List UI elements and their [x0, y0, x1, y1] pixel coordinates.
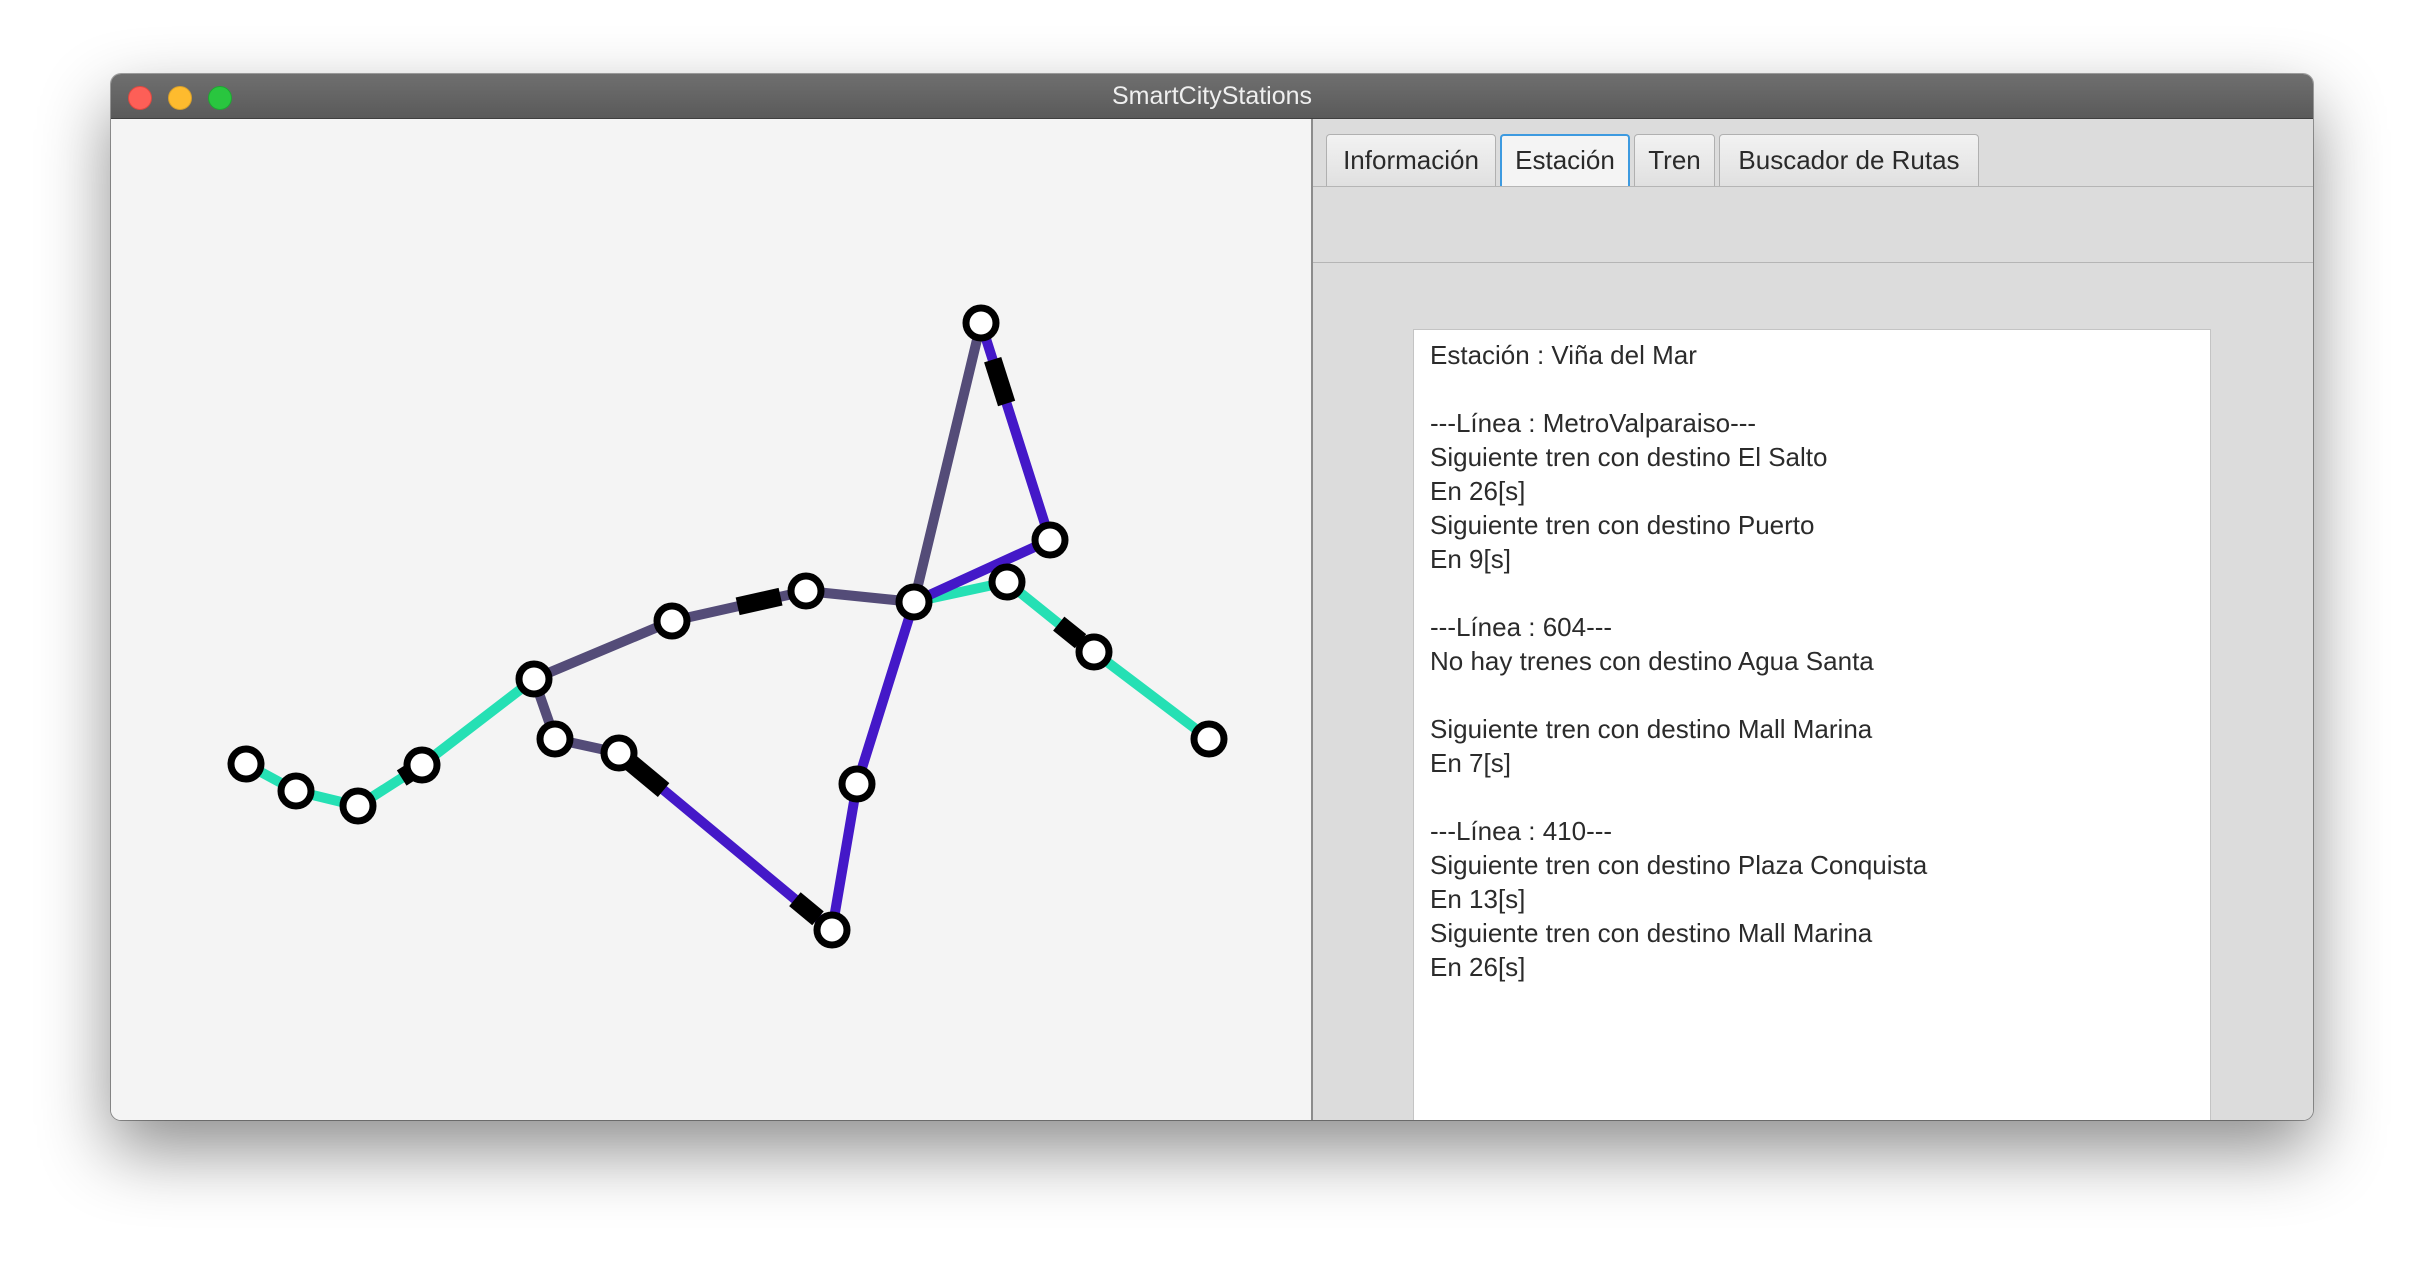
- track-segment: [529, 586, 919, 684]
- title-bar[interactable]: SmartCityStations: [111, 74, 2313, 119]
- station-info-line: ---Línea : MetroValparaiso---: [1430, 408, 1757, 438]
- station-info-line: Siguiente tren con destino El Salto: [1430, 442, 1828, 472]
- station-info-line: En 26[s]: [1430, 476, 1526, 506]
- station-node[interactable]: [536, 720, 574, 758]
- station-info-line: Siguiente tren con destino Mall Marina: [1430, 714, 1873, 744]
- tab-estacion[interactable]: Estación: [1500, 134, 1630, 186]
- window-title: SmartCityStations: [1111, 82, 1313, 110]
- station-node[interactable]: [653, 602, 691, 640]
- station-node[interactable]: [838, 765, 876, 803]
- station-node[interactable]: [988, 563, 1026, 601]
- track-segment: [909, 318, 986, 607]
- train-marker: [735, 587, 783, 616]
- station-node[interactable]: [1190, 720, 1228, 758]
- station-info-line: En 9[s]: [1430, 544, 1511, 574]
- station-node[interactable]: [403, 746, 441, 784]
- network-map-canvas[interactable]: [111, 119, 1311, 1120]
- tab-strip-line: [1313, 186, 2313, 187]
- station-info-line: En 26[s]: [1430, 952, 1526, 982]
- station-node[interactable]: [277, 772, 315, 810]
- train-marker: [624, 755, 670, 797]
- station-info-line: No hay trenes con destino Agua Santa: [1430, 646, 1874, 676]
- tab-informacion[interactable]: Información: [1326, 134, 1496, 186]
- station-node[interactable]: [787, 572, 825, 610]
- station-info-line: Estación : Viña del Mar: [1430, 340, 1697, 370]
- network-map[interactable]: [111, 119, 1311, 1120]
- station-node[interactable]: [515, 660, 553, 698]
- station-info-line: Siguiente tren con destino Plaza Conquis…: [1430, 850, 1928, 880]
- tab-buscador-de-rutas[interactable]: Buscador de Rutas: [1719, 134, 1979, 186]
- station-node[interactable]: [227, 745, 265, 783]
- train-marker: [984, 356, 1016, 407]
- station-node[interactable]: [339, 787, 377, 825]
- station-info-line: [1430, 576, 2194, 610]
- station-node[interactable]: [600, 734, 638, 772]
- station-info-line: Siguiente tren con destino Mall Marina: [1430, 918, 1873, 948]
- station-info-line: ---Línea : 604---: [1430, 612, 1613, 642]
- station-info-line: [1430, 678, 2194, 712]
- station-info-line: Siguiente tren con destino Puerto: [1430, 510, 1815, 540]
- details-pane: Información Estación Tren Buscador de Ru…: [1313, 119, 2313, 1120]
- station-info-line: [1430, 780, 2194, 814]
- station-info-text-area[interactable]: Estación : Viña del Mar ---Línea : Metro…: [1413, 329, 2211, 1120]
- station-node[interactable]: [1031, 521, 1069, 559]
- station-info-line: ---Línea : 410---: [1430, 816, 1613, 846]
- station-node[interactable]: [895, 583, 933, 621]
- app-window: SmartCityStations Información Estación T…: [111, 74, 2313, 1120]
- tab-tren[interactable]: Tren: [1634, 134, 1715, 186]
- station-info-line: [1430, 372, 2194, 406]
- train-marker: [789, 892, 824, 926]
- station-node[interactable]: [813, 911, 851, 949]
- station-node[interactable]: [1075, 633, 1113, 671]
- train-marker: [1053, 616, 1087, 649]
- track-segment: [909, 577, 1214, 744]
- station-info-line: En 13[s]: [1430, 884, 1526, 914]
- station-info-line: En 7[s]: [1430, 748, 1511, 778]
- station-node[interactable]: [962, 304, 1000, 342]
- tab-header-area: Información Estación Tren Buscador de Ru…: [1313, 119, 2313, 263]
